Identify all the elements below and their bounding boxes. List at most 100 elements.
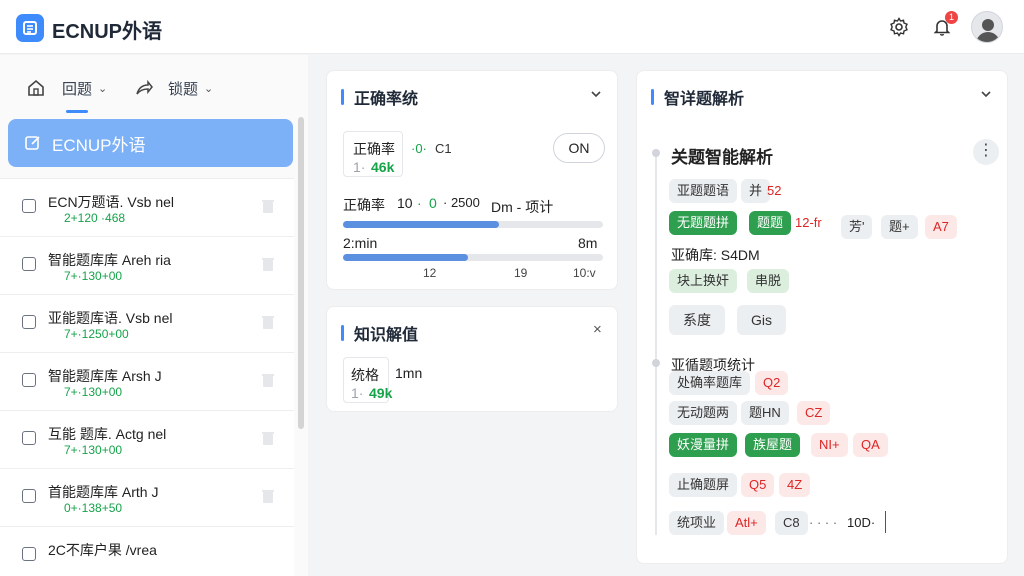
tag-chip[interactable]: Q2 <box>755 371 789 395</box>
list-item[interactable]: 2C不库户果 /vrea <box>0 526 294 576</box>
item-meta: 7+·130+00 <box>64 443 123 457</box>
chevron-down-icon[interactable] <box>589 87 603 101</box>
item-title: 2C不库户果 /vrea <box>48 542 157 558</box>
item-title: 互能 题库. Actg nel <box>48 426 167 442</box>
tag-chip[interactable]: 题题 <box>749 211 792 235</box>
notification-bell-icon[interactable]: 1 <box>929 11 958 40</box>
item-title: ECN万题语. Vsb nel <box>48 194 175 210</box>
user-avatar[interactable] <box>971 11 1003 43</box>
section-title: 关题智能解析 <box>671 148 773 167</box>
list-item[interactable]: ECN万题语. Vsb nel 2+120 ·468 <box>0 178 294 236</box>
sidebar: 回题 ⌄ 锁题 ⌄ ECNUP外语 ECN万题语. Vsb nel 2+120 … <box>0 55 308 576</box>
tag-chip[interactable]: 题+ <box>881 215 918 239</box>
item-checkbox[interactable] <box>22 489 36 503</box>
trash-icon[interactable] <box>261 372 275 388</box>
trash-icon[interactable] <box>261 430 275 446</box>
list-item[interactable]: 首能题库库 Arth J 0+·138+50 <box>0 468 294 526</box>
stat-value-prefix: 1· <box>351 385 364 401</box>
item-title: 亚能题库语. Vsb nel <box>48 310 173 326</box>
tag-chip[interactable]: 处确率题库 <box>669 371 751 395</box>
timeline-line <box>655 153 657 535</box>
sidebar-active-label: ECNUP外语 <box>52 135 146 155</box>
list-item[interactable]: 亚能题库语. Vsb nel 7+·1250+00 <box>0 294 294 352</box>
tag-chip[interactable]: QA <box>853 433 888 457</box>
info-label: 亚确库: S4DM <box>671 247 760 263</box>
tag-chip[interactable]: 止确题屏 <box>669 473 738 497</box>
stat-value-prefix: 1· <box>353 159 366 175</box>
tab-review[interactable]: 回题 ⌄ <box>26 75 107 101</box>
share-arrow-icon <box>136 79 153 95</box>
tag-chip[interactable]: C8 <box>775 511 808 535</box>
top-header: ECNUP外语 1 <box>0 0 1024 54</box>
tag-chip[interactable]: 4Z <box>779 473 811 497</box>
tag-chip[interactable]: 无动题两 <box>669 401 738 425</box>
tag-chip[interactable]: A7 <box>925 215 957 239</box>
stat-time: 1mn <box>395 365 423 381</box>
tag-chip[interactable]: 无题题拼 <box>669 211 738 235</box>
sidebar-active-item[interactable]: ECNUP外语 <box>8 119 293 167</box>
list-item[interactable]: 智能题库库 Arsh J 7+·130+00 <box>0 352 294 410</box>
sidebar-scrollbar[interactable] <box>298 117 304 429</box>
app-logo-icon[interactable] <box>16 14 44 42</box>
item-checkbox[interactable] <box>22 257 36 271</box>
tag-chip[interactable]: 串脱 <box>747 269 790 293</box>
tag-chip[interactable]: 块上换奸 <box>669 269 738 293</box>
row-zero: 0 <box>429 195 437 211</box>
analysis-card: 智详题解析 关题智能解析 ⋮ 亚题题语 并 52 无题题拼 题题 12-fr 芳… <box>636 70 1008 564</box>
tag-chip[interactable]: 族屋题 <box>745 433 801 457</box>
tag-chip[interactable]: CZ <box>797 401 831 425</box>
item-checkbox[interactable] <box>22 315 36 329</box>
trash-icon[interactable] <box>261 314 275 330</box>
time-right: 8m <box>578 235 598 251</box>
settings-gear-icon[interactable] <box>886 14 912 40</box>
close-icon[interactable]: × <box>593 321 602 338</box>
tag-chip[interactable]: 题HN <box>741 401 789 425</box>
trash-icon[interactable] <box>261 488 275 504</box>
progress-bar-2 <box>343 254 603 261</box>
tab-locked[interactable]: 锁题 ⌄ <box>134 75 213 101</box>
item-checkbox[interactable] <box>22 431 36 445</box>
card-title: 智详题解析 <box>651 85 744 109</box>
home-icon <box>28 79 44 96</box>
item-checkbox[interactable] <box>22 199 36 213</box>
trash-icon[interactable] <box>261 256 275 272</box>
item-checkbox[interactable] <box>22 373 36 387</box>
tick-label: 12 <box>423 266 437 280</box>
chevron-down-icon[interactable] <box>979 87 993 101</box>
tag-chip[interactable]: 统项业 <box>669 511 725 535</box>
card-title: 正确率统 <box>341 85 418 109</box>
tag-chip[interactable]: NI+ <box>811 433 848 457</box>
card-title: 知识解值 <box>341 321 418 345</box>
accuracy-card: 正确率统 正确率 ·0· C1 1· 46k ON 正确率 10 · 0 · 2… <box>326 70 618 290</box>
item-title: 智能题库库 Arsh J <box>48 368 162 384</box>
ellipsis: · · · · <box>809 515 838 530</box>
text-cursor <box>885 511 886 533</box>
trash-icon[interactable] <box>261 198 275 214</box>
action-button[interactable]: 系度 <box>669 305 725 335</box>
item-meta: 7+·1250+00 <box>64 327 129 341</box>
stat-value: 49k <box>369 385 393 401</box>
item-meta: 0+·138+50 <box>64 501 123 515</box>
stat-label: 统格 <box>351 367 379 383</box>
row-label: 正确率 <box>343 197 385 213</box>
title-accent <box>341 89 344 105</box>
tag-chip[interactable]: Atl+ <box>727 511 766 535</box>
item-checkbox[interactable] <box>22 547 36 561</box>
tag-chip[interactable]: 芳' <box>841 215 873 239</box>
page-value: 10D· <box>847 515 876 530</box>
tab-locked-label: 锁题 <box>168 80 199 98</box>
active-tab-indicator <box>66 110 88 113</box>
tag-chip[interactable]: 亚题题语 <box>669 179 738 203</box>
tag-chip[interactable]: 妖漫量拼 <box>669 433 738 457</box>
more-options-icon[interactable]: ⋮ <box>973 139 999 165</box>
list-item[interactable]: 智能题库库 Areh ria 7+·130+00 <box>0 236 294 294</box>
title-accent <box>341 325 344 341</box>
tag-chip[interactable]: Q5 <box>741 473 775 497</box>
list-item[interactable]: 互能 题库. Actg nel 7+·130+00 <box>0 410 294 468</box>
tab-review-label: 回题 <box>62 80 93 98</box>
item-meta: 7+·130+00 <box>64 385 123 399</box>
progress-bar-1 <box>343 221 603 228</box>
action-button[interactable]: Gis <box>737 305 786 335</box>
on-toggle-button[interactable]: ON <box>553 133 605 163</box>
row-arrow: · <box>417 195 422 211</box>
